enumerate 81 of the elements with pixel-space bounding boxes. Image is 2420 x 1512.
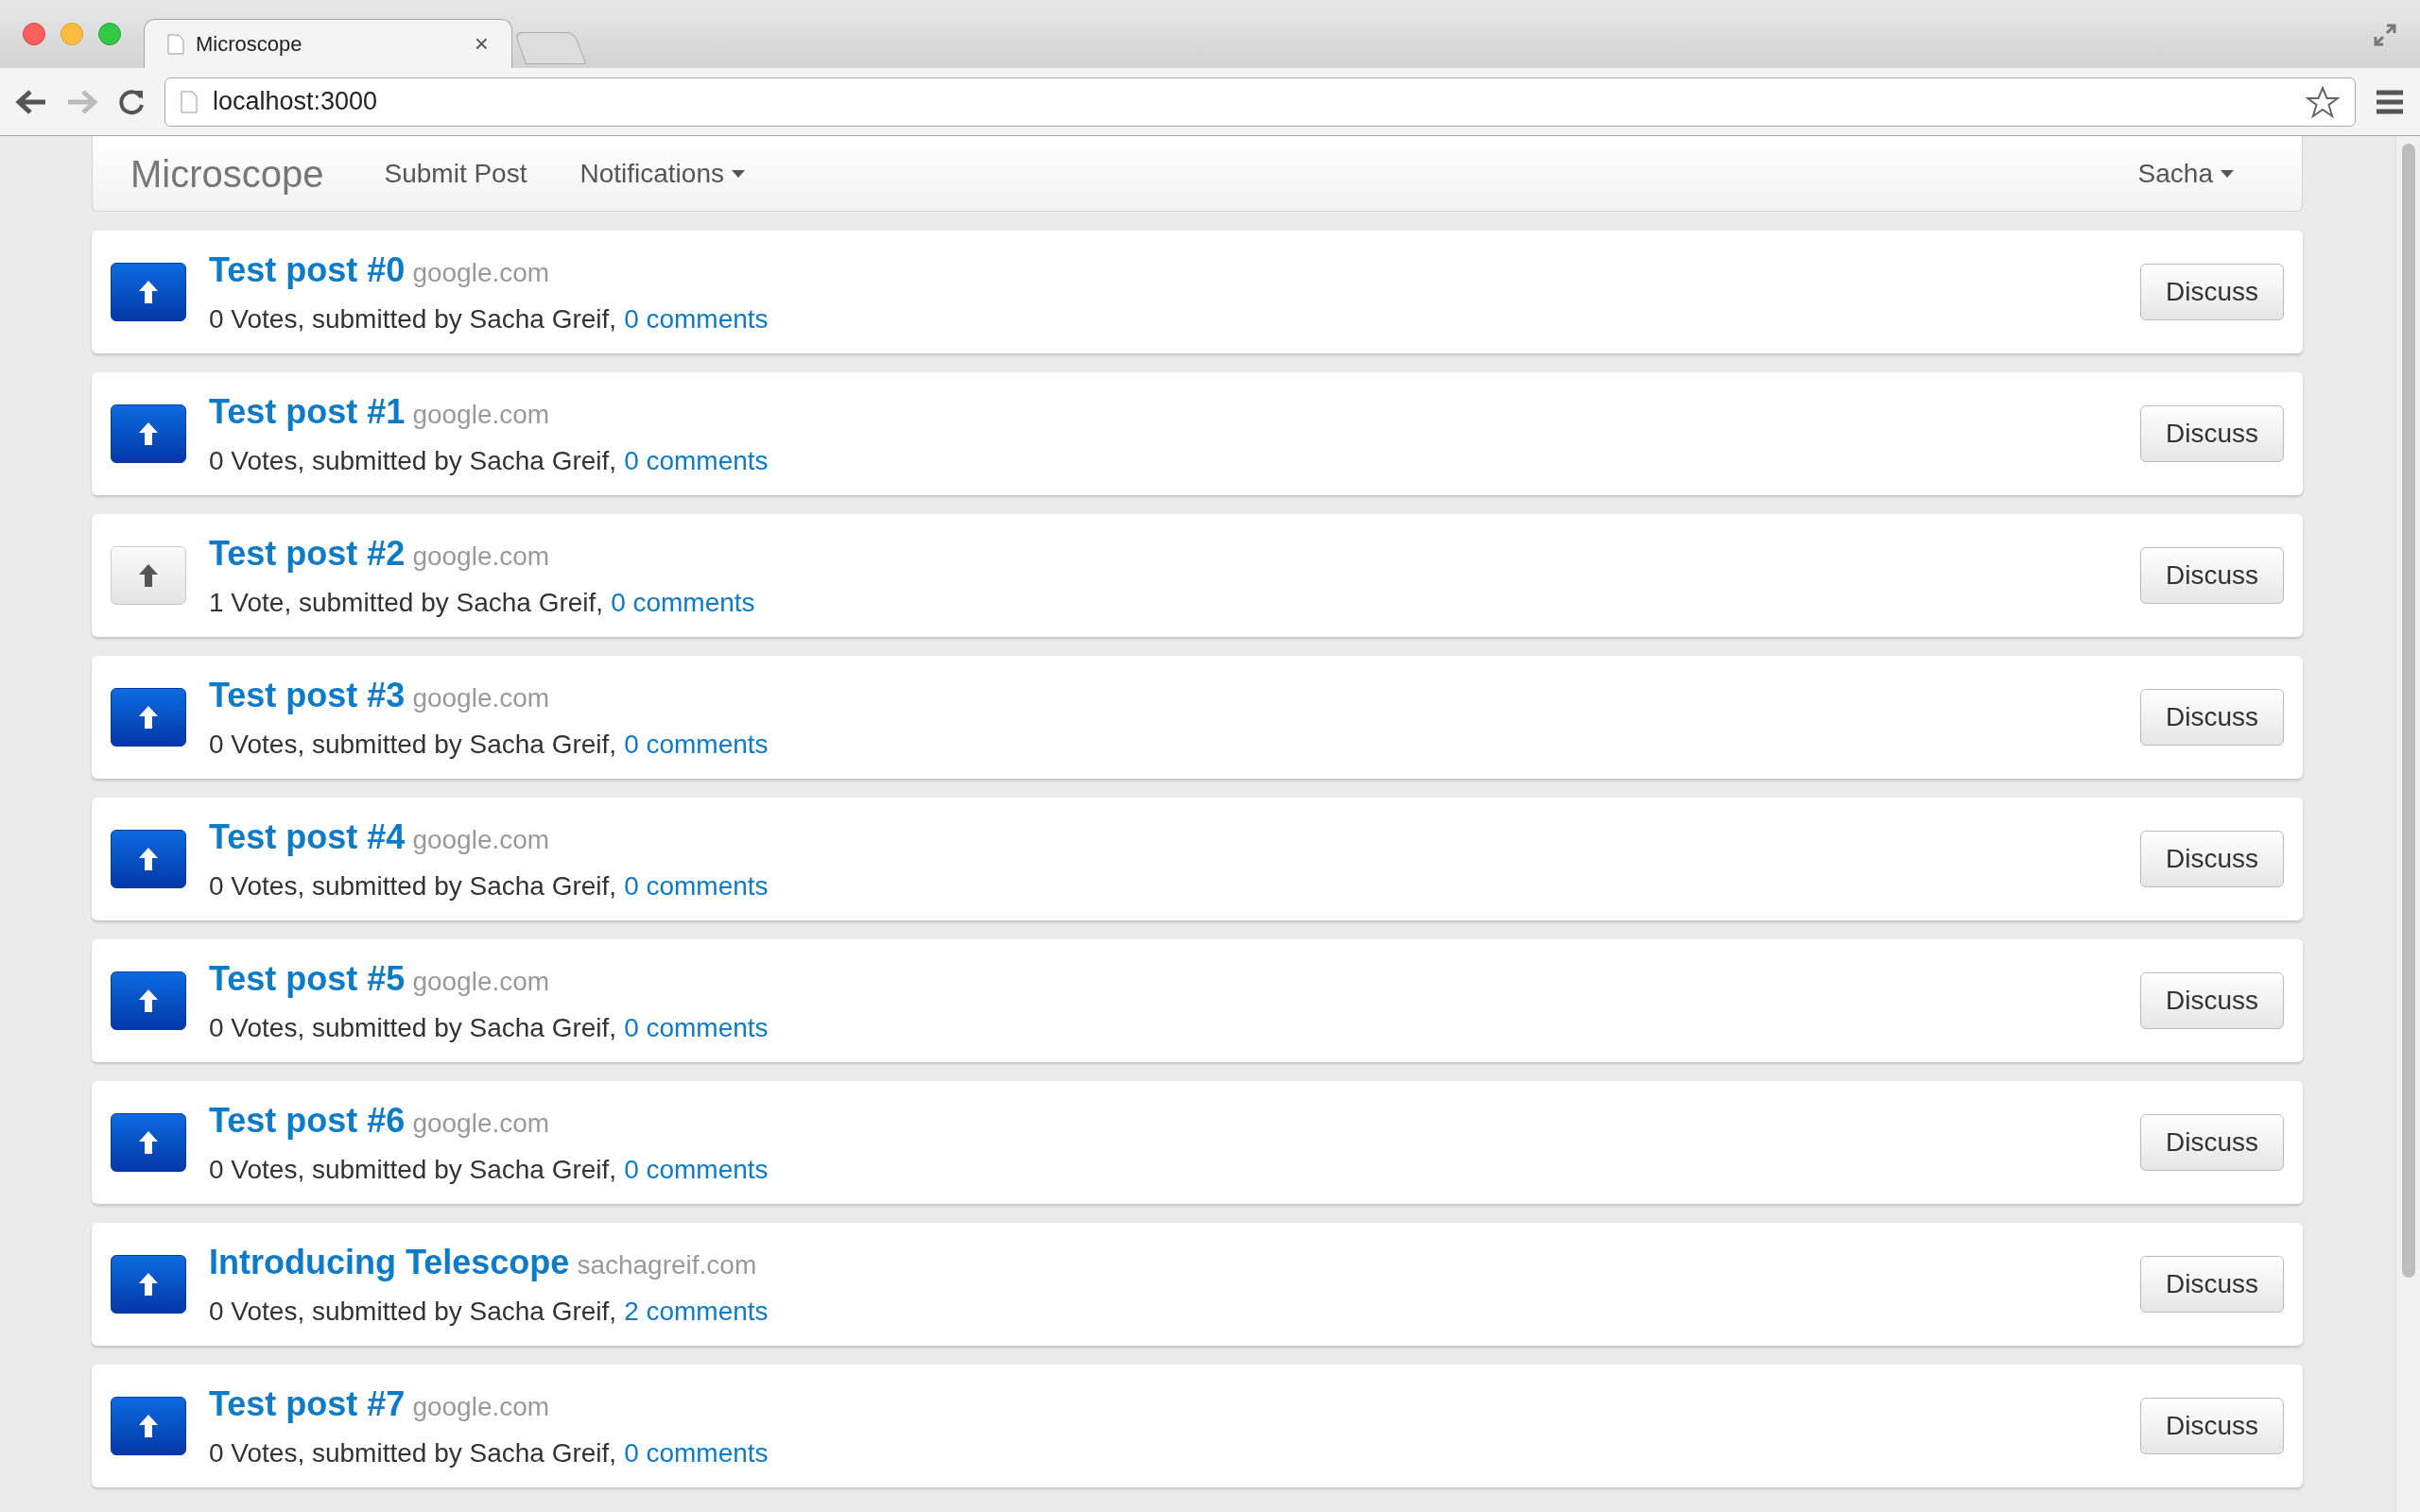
comments-link[interactable]: 0 comments: [611, 583, 755, 623]
upvote-button[interactable]: [111, 404, 186, 463]
post-title-link[interactable]: Test post #3: [209, 670, 406, 721]
user-dropdown[interactable]: Sacha: [2137, 153, 2234, 194]
post-title-link[interactable]: Test post #0: [209, 245, 406, 296]
tab-close-button[interactable]: ×: [474, 26, 489, 62]
post-title-link[interactable]: Introducing Telescope: [209, 1237, 570, 1288]
post-domain: google.com: [412, 1108, 550, 1140]
post-meta: 0 Votes, submitted by Sacha Greif,: [209, 1154, 617, 1186]
upvote-button[interactable]: [111, 830, 186, 888]
upvote-button[interactable]: [111, 1113, 186, 1172]
upvote-button[interactable]: [111, 688, 186, 747]
nav-link[interactable]: Submit Post: [384, 153, 527, 194]
caret-icon: [2221, 169, 2234, 178]
browser-tab[interactable]: Microscope ×: [144, 19, 512, 68]
comments-link[interactable]: 0 comments: [624, 300, 769, 339]
comments-link[interactable]: 0 comments: [624, 1434, 769, 1473]
post-domain: google.com: [412, 257, 550, 289]
menu-icon[interactable]: [2375, 88, 2405, 115]
discuss-button[interactable]: Discuss: [2140, 689, 2284, 746]
up-arrow-icon: [138, 1414, 159, 1438]
close-window-icon[interactable]: [23, 23, 45, 45]
post-domain: sachagreif.com: [577, 1249, 757, 1281]
discuss-button[interactable]: Discuss: [2140, 1114, 2284, 1171]
post-meta: 0 Votes, submitted by Sacha Greif,: [209, 1437, 617, 1469]
post-domain: google.com: [412, 966, 550, 998]
discuss-button[interactable]: Discuss: [2140, 547, 2284, 604]
post-domain: google.com: [412, 399, 550, 431]
tab-title: Microscope: [196, 31, 303, 58]
bookmark-star-icon[interactable]: [2306, 85, 2340, 118]
discuss-button[interactable]: Discuss: [2140, 405, 2284, 462]
post-meta: 0 Votes, submitted by Sacha Greif,: [209, 729, 617, 761]
notifications-dropdown[interactable]: Notifications: [579, 153, 745, 194]
post-title-link[interactable]: Test post #7: [209, 1379, 406, 1430]
post-domain: google.com: [412, 824, 550, 856]
comments-link[interactable]: 0 comments: [624, 1008, 769, 1048]
discuss-button[interactable]: Discuss: [2140, 264, 2284, 320]
post-domain: google.com: [412, 1391, 550, 1423]
address-field[interactable]: localhost:3000: [164, 77, 2356, 127]
discuss-button[interactable]: Discuss: [2140, 1398, 2284, 1454]
up-arrow-icon: [138, 563, 159, 588]
post-meta: 0 Votes, submitted by Sacha Greif,: [209, 1012, 617, 1044]
discuss-button[interactable]: Discuss: [2140, 831, 2284, 887]
discuss-button[interactable]: Discuss: [2140, 1256, 2284, 1313]
up-arrow-icon: [138, 705, 159, 730]
post-meta: 0 Votes, submitted by Sacha Greif,: [209, 870, 617, 902]
comments-link[interactable]: 0 comments: [624, 867, 769, 906]
brand-link[interactable]: Microscope: [130, 145, 324, 202]
post-title-link[interactable]: Test post #1: [209, 387, 406, 438]
up-arrow-icon: [138, 1130, 159, 1155]
up-arrow-icon: [138, 847, 159, 871]
comments-link[interactable]: 2 comments: [624, 1292, 769, 1332]
post-meta: 1 Vote, submitted by Sacha Greif,: [209, 587, 604, 619]
post-title-link[interactable]: Test post #4: [209, 812, 406, 863]
up-arrow-icon: [138, 988, 159, 1013]
scrollbar[interactable]: [2395, 136, 2420, 1512]
post-title-link[interactable]: Test post #2: [209, 528, 406, 579]
up-arrow-icon: [138, 421, 159, 446]
post-title-link[interactable]: Test post #5: [209, 954, 406, 1005]
post-domain: google.com: [412, 682, 550, 714]
post-meta: 0 Votes, submitted by Sacha Greif,: [209, 1296, 617, 1328]
caret-icon: [732, 169, 745, 178]
comments-link[interactable]: 0 comments: [624, 725, 769, 765]
fullscreen-icon[interactable]: [2373, 23, 2397, 47]
upvote-button[interactable]: [111, 1255, 186, 1314]
post-meta: 0 Votes, submitted by Sacha Greif,: [209, 303, 617, 335]
post-domain: google.com: [412, 541, 550, 573]
post-meta: 0 Votes, submitted by Sacha Greif,: [209, 445, 617, 477]
up-arrow-icon: [138, 1272, 159, 1297]
page-icon: [167, 33, 184, 55]
page-icon: [181, 90, 198, 113]
upvote-button[interactable]: [111, 1397, 186, 1455]
up-arrow-icon: [138, 280, 159, 304]
discuss-button[interactable]: Discuss: [2140, 972, 2284, 1029]
post-title-link[interactable]: Test post #6: [209, 1095, 406, 1146]
comments-link[interactable]: 0 comments: [624, 1150, 769, 1190]
comments-link[interactable]: 0 comments: [624, 441, 769, 481]
upvote-button[interactable]: [111, 971, 186, 1030]
back-arrow-icon[interactable]: [15, 87, 47, 116]
reload-icon[interactable]: [117, 87, 146, 116]
upvote-button[interactable]: [111, 263, 186, 321]
